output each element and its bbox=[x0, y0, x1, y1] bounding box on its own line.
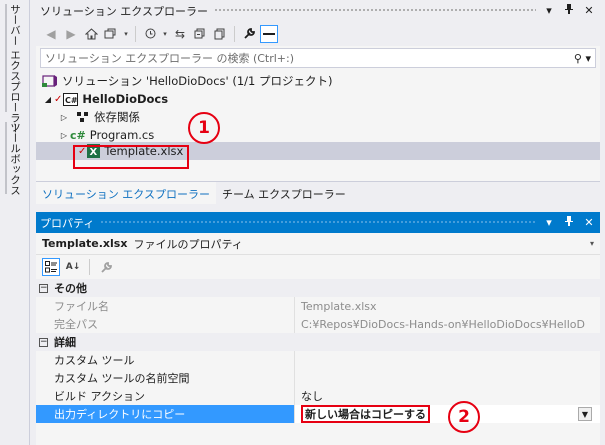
object-type: ファイルのプロパティ bbox=[133, 237, 243, 251]
window-position-dropdown-icon[interactable]: ▾ bbox=[542, 216, 556, 229]
tree-item-label: HelloDioDocs bbox=[82, 92, 169, 106]
solution-explorer-panel: ソリューション エクスプローラー ▾ ✕ ◀ ▶ ▾ ▾ ⇆ ソリューション エ… bbox=[36, 0, 600, 207]
annotation-marker-2: 2 bbox=[448, 401, 480, 433]
property-row-custom-tool-namespace[interactable]: カスタム ツールの名前空間 bbox=[36, 369, 600, 387]
tab-indicator bbox=[5, 122, 7, 194]
property-row-custom-tool[interactable]: カスタム ツール bbox=[36, 351, 600, 369]
collapsed-arrow-icon[interactable]: ▷ bbox=[58, 131, 70, 140]
search-icon[interactable]: ⚲ ▾ bbox=[574, 52, 591, 65]
property-pages-wrench-icon[interactable] bbox=[97, 258, 115, 276]
object-name: Template.xlsx bbox=[42, 237, 128, 250]
category-misc[interactable]: − その他 bbox=[36, 279, 600, 297]
solution-explorer-search-input[interactable]: ソリューション エクスプローラー の検索 (Ctrl+:) ⚲ ▾ bbox=[40, 48, 596, 68]
property-row-full-path[interactable]: 完全パス C:¥Repos¥DioDocs-Hands-on¥HelloDioD… bbox=[36, 315, 600, 333]
svg-text:C#: C# bbox=[65, 96, 78, 105]
category-label: その他 bbox=[54, 282, 87, 295]
tree-item-dependencies[interactable]: ▷ 依存関係 bbox=[36, 108, 600, 126]
pin-icon[interactable] bbox=[562, 4, 576, 17]
category-label: 詳細 bbox=[54, 336, 76, 349]
solution-explorer-bottom-tabs: ソリューション エクスプローラー チーム エクスプローラー bbox=[36, 181, 600, 207]
csharp-file-icon: c# bbox=[70, 128, 86, 142]
properties-wrench-icon[interactable] bbox=[240, 25, 258, 43]
close-icon[interactable]: ✕ bbox=[582, 216, 596, 229]
property-row-copy-to-output[interactable]: 出力ディレクトリにコピー 新しい場合はコピーする ▼ bbox=[36, 405, 600, 423]
property-name: 完全パス bbox=[36, 315, 295, 333]
solution-explorer-toolbar: ◀ ▶ ▾ ▾ ⇆ bbox=[36, 21, 600, 46]
property-row-file-name[interactable]: ファイル名 Template.xlsx bbox=[36, 297, 600, 315]
pin-icon[interactable] bbox=[562, 216, 576, 229]
solution-icon bbox=[42, 74, 58, 88]
chevron-down-icon[interactable]: ▾ bbox=[590, 239, 594, 248]
property-value: C:¥Repos¥DioDocs-Hands-on¥HelloDioDocs¥H… bbox=[295, 315, 600, 333]
forward-icon[interactable]: ▶ bbox=[62, 25, 80, 43]
close-icon[interactable]: ✕ bbox=[582, 4, 596, 17]
pending-changes-icon[interactable] bbox=[141, 25, 159, 43]
toolbar-separator bbox=[135, 25, 136, 42]
categorized-view-icon[interactable] bbox=[42, 258, 60, 276]
tree-item-label: ソリューション 'HelloDioDocs' (1/1 プロジェクト) bbox=[62, 74, 333, 88]
properties-title-bar: プロパティ ▾ ✕ bbox=[36, 212, 600, 233]
category-advanced[interactable]: − 詳細 bbox=[36, 333, 600, 351]
property-value[interactable] bbox=[295, 369, 600, 387]
chevron-down-icon[interactable]: ▼ bbox=[578, 407, 592, 421]
checked-in-icon: ✓ bbox=[54, 93, 63, 105]
properties-title: プロパティ bbox=[40, 216, 95, 230]
back-icon[interactable]: ◀ bbox=[42, 25, 60, 43]
collapse-icon[interactable]: − bbox=[39, 283, 48, 293]
expanded-arrow-icon[interactable]: ◢ bbox=[42, 95, 54, 104]
chevron-down-icon[interactable]: ▾ bbox=[161, 25, 169, 43]
dependencies-icon bbox=[76, 111, 90, 123]
tree-item-label: 依存関係 bbox=[94, 110, 140, 124]
switch-views-icon[interactable] bbox=[102, 25, 120, 43]
property-name: ビルド アクション bbox=[36, 387, 295, 405]
property-value[interactable] bbox=[295, 351, 600, 369]
server-explorer-tab[interactable]: サーバー エクスプローラー bbox=[5, 4, 23, 133]
property-value[interactable]: なし bbox=[295, 387, 600, 405]
marker-2-text: 2 bbox=[458, 407, 470, 427]
property-name: カスタム ツールの名前空間 bbox=[36, 369, 295, 387]
show-all-files-icon[interactable] bbox=[211, 25, 229, 43]
property-value: Template.xlsx bbox=[295, 297, 600, 315]
server-explorer-label: サーバー エクスプローラー bbox=[9, 4, 21, 134]
solution-explorer-title-bar: ソリューション エクスプローラー ▾ ✕ bbox=[36, 0, 600, 21]
annotation-marker-1: 1 bbox=[188, 112, 220, 144]
selected-value: 新しい場合はコピーする bbox=[305, 408, 426, 421]
drag-grip[interactable] bbox=[100, 220, 536, 225]
side-tool-strip: サーバー エクスプローラー ツールボックス bbox=[0, 0, 30, 445]
toolbar-separator bbox=[234, 25, 235, 42]
csharp-project-icon: C# bbox=[63, 92, 79, 106]
collapsed-arrow-icon[interactable]: ▷ bbox=[58, 113, 70, 122]
tab-solution-explorer[interactable]: ソリューション エクスプローラー bbox=[36, 182, 216, 204]
tree-item-project[interactable]: ◢ ✓ C# HelloDioDocs bbox=[36, 90, 600, 108]
tab-indicator bbox=[5, 4, 7, 112]
highlight-box-copy-value: 新しい場合はコピーする bbox=[301, 405, 430, 423]
chevron-down-icon[interactable]: ▾ bbox=[122, 25, 130, 43]
search-placeholder: ソリューション エクスプローラー の検索 (Ctrl+:) bbox=[45, 52, 295, 65]
marker-1-text: 1 bbox=[198, 118, 210, 138]
toolbox-tab[interactable]: ツールボックス bbox=[5, 122, 23, 196]
tree-item-solution[interactable]: ソリューション 'HelloDioDocs' (1/1 プロジェクト) bbox=[36, 72, 600, 90]
properties-toolbar: A↓ bbox=[36, 255, 600, 279]
sync-icon[interactable]: ⇆ bbox=[171, 25, 189, 43]
alphabetical-view-icon[interactable]: A↓ bbox=[64, 258, 82, 276]
property-name: カスタム ツール bbox=[36, 351, 295, 369]
toolbar-separator bbox=[89, 259, 90, 275]
tree-item-label: Program.cs bbox=[89, 128, 155, 142]
object-selector-dropdown[interactable]: Template.xlsx ファイルのプロパティ ▾ bbox=[36, 233, 600, 255]
properties-panel: プロパティ ▾ ✕ Template.xlsx ファイルのプロパティ ▾ A↓ … bbox=[36, 212, 600, 445]
property-row-build-action[interactable]: ビルド アクション なし bbox=[36, 387, 600, 405]
highlight-box-template-xlsx bbox=[73, 145, 189, 169]
home-icon[interactable] bbox=[82, 25, 100, 43]
property-name: 出力ディレクトリにコピー bbox=[36, 405, 295, 423]
collapse-icon[interactable]: − bbox=[39, 337, 48, 347]
property-grid: − その他 ファイル名 Template.xlsx 完全パス C:¥Repos¥… bbox=[36, 279, 600, 423]
collapse-all-icon[interactable] bbox=[191, 25, 209, 43]
window-position-dropdown-icon[interactable]: ▾ bbox=[542, 4, 556, 17]
property-name: ファイル名 bbox=[36, 297, 295, 315]
tab-team-explorer[interactable]: チーム エクスプローラー bbox=[216, 182, 352, 204]
preview-selected-items-icon[interactable] bbox=[260, 24, 278, 43]
toolbox-label: ツールボックス bbox=[9, 122, 21, 196]
solution-explorer-title: ソリューション エクスプローラー bbox=[40, 4, 208, 18]
drag-grip[interactable] bbox=[213, 8, 536, 13]
